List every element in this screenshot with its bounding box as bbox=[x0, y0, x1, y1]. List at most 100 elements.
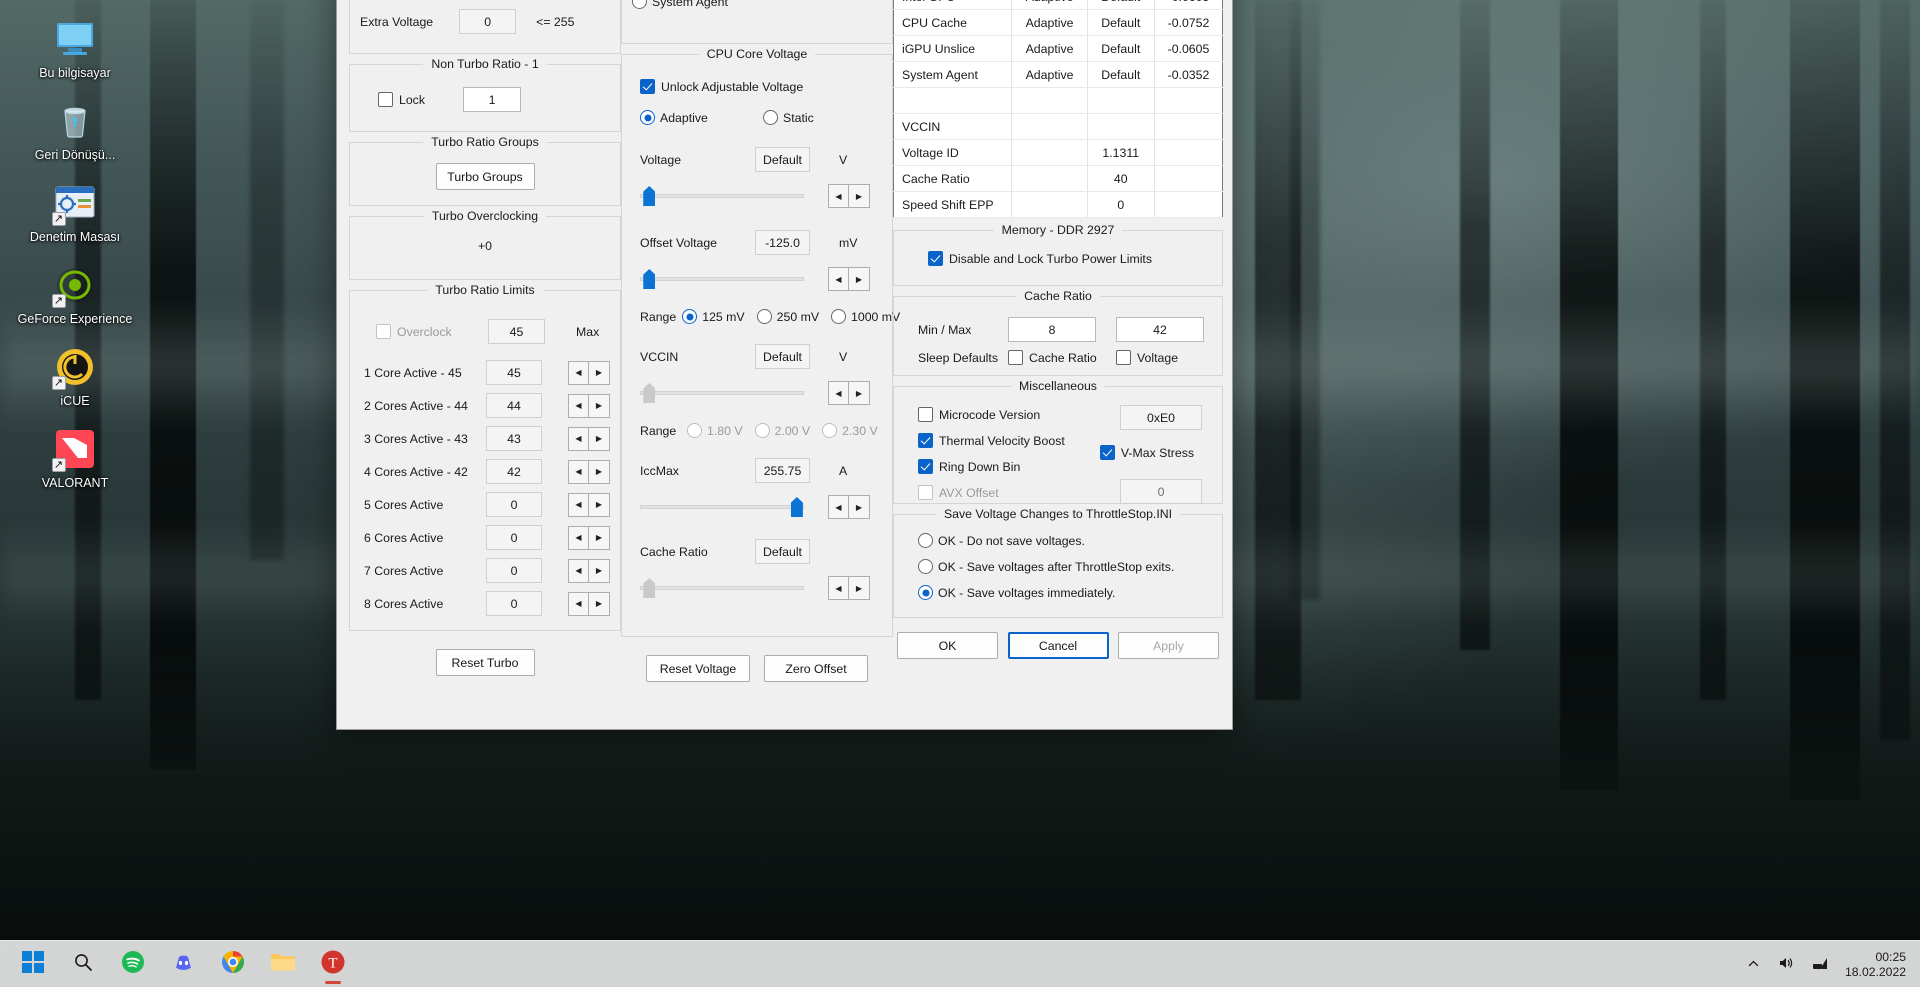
file-explorer-button[interactable] bbox=[262, 945, 304, 985]
apply-button[interactable]: Apply bbox=[1118, 632, 1219, 659]
core-row-input[interactable]: 0 bbox=[485, 525, 542, 550]
offset-range-1000[interactable]: 1000 mV bbox=[831, 309, 900, 324]
network-icon[interactable] bbox=[1810, 956, 1831, 973]
vccin-value-input[interactable]: Default bbox=[755, 344, 810, 369]
discord-button[interactable] bbox=[162, 945, 204, 985]
save-option-do-not-save[interactable]: OK - Do not save voltages. bbox=[918, 533, 1212, 548]
spinner-left-icon[interactable]: ◀ bbox=[568, 426, 589, 451]
sleep-voltage-checkbox[interactable]: Voltage bbox=[1116, 350, 1178, 365]
disable-lock-turbo-power-limits-checkbox[interactable]: Disable and Lock Turbo Power Limits bbox=[928, 251, 1212, 266]
core-row-spinner[interactable]: ◀ ▶ bbox=[568, 393, 610, 418]
spinner-right-icon[interactable]: ▶ bbox=[589, 393, 610, 418]
cache-ratio-max-input[interactable]: 42 bbox=[1116, 317, 1204, 342]
core-row-input[interactable]: 42 bbox=[485, 459, 542, 484]
spinner-left-icon[interactable]: ◀ bbox=[828, 381, 849, 405]
table-row[interactable]: System Agent Adaptive Default -0.0352 bbox=[893, 61, 1223, 88]
spinner-right-icon[interactable]: ▶ bbox=[849, 495, 870, 519]
non-turbo-ratio-input[interactable]: 1 bbox=[463, 87, 521, 112]
core-row-spinner[interactable]: ◀ ▶ bbox=[568, 459, 610, 484]
extra-voltage-input[interactable]: 0 bbox=[459, 9, 517, 34]
offset-range-250[interactable]: 250 mV bbox=[756, 309, 819, 324]
table-row[interactable]: VCCIN bbox=[893, 113, 1223, 140]
clock[interactable]: 00:25 18.02.2022 bbox=[1845, 950, 1912, 980]
table-row[interactable]: Cache Ratio 40 bbox=[893, 165, 1223, 192]
v-max-stress-checkbox[interactable]: V-Max Stress bbox=[1099, 445, 1194, 460]
reset-turbo-button[interactable]: Reset Turbo bbox=[435, 649, 535, 676]
desktop-icon-this-pc[interactable]: Bu bilgisayar bbox=[15, 10, 135, 84]
table-row[interactable]: Voltage ID 1.1311 bbox=[893, 139, 1223, 166]
spinner-left-icon[interactable]: ◀ bbox=[568, 459, 589, 484]
cancel-button[interactable]: Cancel bbox=[1007, 632, 1109, 659]
vccin-range-230[interactable]: 2.30 V bbox=[822, 423, 878, 438]
core-row-input[interactable]: 0 bbox=[485, 591, 542, 616]
desktop-icon-control-panel[interactable]: ↗ Denetim Masası bbox=[15, 174, 135, 248]
slider-thumb[interactable] bbox=[643, 578, 656, 598]
desktop-icon-valorant[interactable]: ↗ VALORANT bbox=[15, 420, 135, 494]
core-row-spinner[interactable]: ◀ ▶ bbox=[568, 591, 610, 616]
iccmax-spinner[interactable]: ◀ ▶ bbox=[828, 495, 870, 519]
slider-thumb[interactable] bbox=[643, 269, 656, 289]
table-row[interactable]: iGPU Unslice Adaptive Default -0.0605 bbox=[893, 35, 1223, 62]
core-row-spinner[interactable]: ◀ ▶ bbox=[568, 558, 610, 583]
vccin-range-180[interactable]: 1.80 V bbox=[687, 423, 743, 438]
desktop-icon-icue[interactable]: ↗ iCUE bbox=[15, 338, 135, 412]
spinner-left-icon[interactable]: ◀ bbox=[828, 495, 849, 519]
overclock-max-input[interactable]: 45 bbox=[488, 319, 545, 344]
save-option-immediately[interactable]: OK - Save voltages immediately. bbox=[918, 585, 1212, 600]
core-row-input[interactable]: 43 bbox=[485, 426, 542, 451]
cache-ratio-spinner[interactable]: ◀ ▶ bbox=[828, 576, 870, 600]
reset-voltage-button[interactable]: Reset Voltage bbox=[646, 655, 750, 682]
spinner-left-icon[interactable]: ◀ bbox=[828, 576, 849, 600]
core-row-input[interactable]: 44 bbox=[485, 393, 542, 418]
spinner-left-icon[interactable]: ◀ bbox=[568, 558, 589, 583]
core-row-spinner[interactable]: ◀ ▶ bbox=[568, 492, 610, 517]
spinner-right-icon[interactable]: ▶ bbox=[589, 591, 610, 616]
spinner-right-icon[interactable]: ▶ bbox=[589, 492, 610, 517]
spinner-left-icon[interactable]: ◀ bbox=[828, 184, 849, 208]
desktop-icon-geforce-experience[interactable]: ↗ GeForce Experience bbox=[15, 256, 135, 330]
cache-ratio-input[interactable]: Default bbox=[755, 539, 810, 564]
throttlestop-button[interactable]: T bbox=[312, 945, 354, 985]
spinner-right-icon[interactable]: ▶ bbox=[849, 381, 870, 405]
vccin-range-200[interactable]: 2.00 V bbox=[754, 423, 810, 438]
iccmax-input[interactable]: 255.75 bbox=[755, 458, 810, 483]
spinner-right-icon[interactable]: ▶ bbox=[589, 426, 610, 451]
voltage-slider[interactable] bbox=[640, 185, 804, 207]
non-turbo-lock-checkbox[interactable]: Lock bbox=[360, 92, 455, 107]
ring-down-bin-checkbox[interactable]: Ring Down Bin bbox=[918, 459, 1020, 474]
voltage-spinner[interactable]: ◀ ▶ bbox=[828, 184, 870, 208]
start-button[interactable] bbox=[12, 945, 54, 985]
sleep-cache-ratio-checkbox[interactable]: Cache Ratio bbox=[1008, 350, 1108, 365]
cache-ratio-slider[interactable] bbox=[640, 577, 804, 599]
ok-button[interactable]: OK bbox=[897, 632, 998, 659]
voltage-mode-static[interactable]: Static bbox=[763, 110, 814, 125]
offset-voltage-input[interactable]: -125.0 bbox=[755, 230, 810, 255]
slider-thumb[interactable] bbox=[790, 497, 803, 517]
microcode-version-value[interactable]: 0xE0 bbox=[1120, 405, 1202, 430]
save-option-after-exit[interactable]: OK - Save voltages after ThrottleStop ex… bbox=[918, 559, 1212, 574]
slider-thumb[interactable] bbox=[643, 186, 656, 206]
cache-ratio-min-input[interactable]: 8 bbox=[1008, 317, 1096, 342]
spinner-left-icon[interactable]: ◀ bbox=[568, 525, 589, 550]
vccin-slider[interactable] bbox=[640, 382, 804, 404]
spinner-right-icon[interactable]: ▶ bbox=[589, 558, 610, 583]
core-row-input[interactable]: 0 bbox=[485, 558, 542, 583]
spinner-right-icon[interactable]: ▶ bbox=[589, 459, 610, 484]
core-row-input[interactable]: 0 bbox=[485, 492, 542, 517]
unlock-adjustable-voltage-checkbox[interactable]: Unlock Adjustable Voltage bbox=[640, 79, 880, 94]
fivr-option-system-agent[interactable]: System Agent bbox=[632, 0, 748, 9]
core-row-input[interactable]: 45 bbox=[485, 360, 542, 385]
offset-voltage-slider[interactable] bbox=[640, 268, 804, 290]
avx-offset-value[interactable]: 0 bbox=[1120, 479, 1202, 504]
avx-offset-checkbox[interactable]: AVX Offset bbox=[918, 485, 999, 500]
spinner-left-icon[interactable]: ◀ bbox=[568, 591, 589, 616]
table-row[interactable]: CPU Cache Adaptive Default -0.0752 bbox=[893, 9, 1223, 36]
voltage-mode-adaptive[interactable]: Adaptive bbox=[640, 110, 755, 125]
core-row-spinner[interactable]: ◀ ▶ bbox=[568, 360, 610, 385]
table-row[interactable]: Speed Shift EPP 0 bbox=[893, 191, 1223, 218]
thermal-velocity-boost-checkbox[interactable]: Thermal Velocity Boost bbox=[918, 433, 1065, 448]
spinner-left-icon[interactable]: ◀ bbox=[568, 393, 589, 418]
spinner-right-icon[interactable]: ▶ bbox=[589, 525, 610, 550]
voltage-value-input[interactable]: Default bbox=[755, 147, 810, 172]
table-row[interactable] bbox=[893, 87, 1223, 114]
